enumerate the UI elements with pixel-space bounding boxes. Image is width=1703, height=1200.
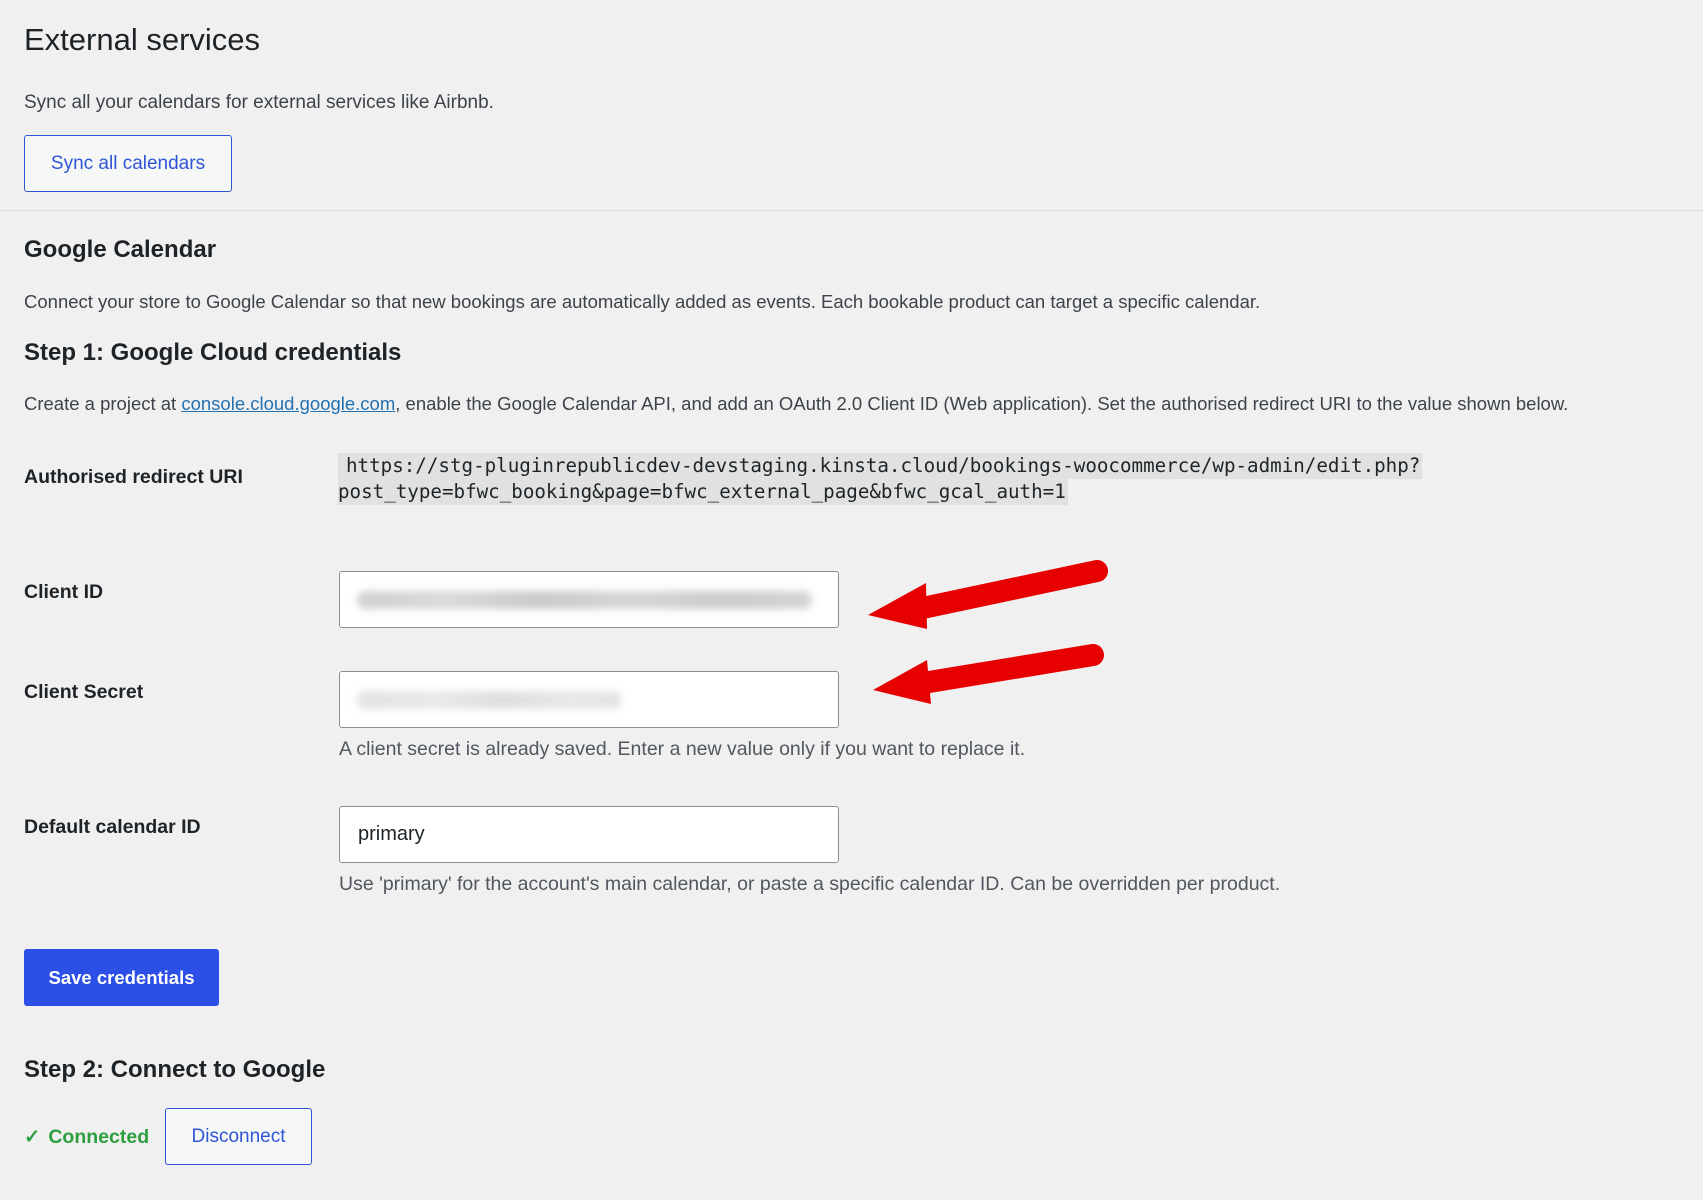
step1-desc-after: , enable the Google Calendar API, and ad… [395, 393, 1569, 414]
client-secret-field-wrapper [339, 671, 839, 728]
step2-heading: Step 2: Connect to Google [24, 1056, 326, 1083]
client-secret-input[interactable] [339, 671, 839, 728]
redirect-uri-line-2: post_type=bfwc_booking&page=bfwc_externa… [338, 479, 1068, 505]
page-intro: Sync all your calendars for external ser… [24, 92, 494, 113]
client-id-label: Client ID [24, 581, 104, 603]
redirect-uri-value: https://stg-pluginrepublicdev-devstaging… [338, 453, 1423, 505]
redirect-uri-label: Authorised redirect URI [24, 466, 243, 488]
connection-status-text: Connected [48, 1126, 150, 1148]
connection-status: ✓ Connected [24, 1125, 149, 1149]
annotation-arrow-icon [868, 560, 1108, 629]
google-cloud-console-link[interactable]: console.cloud.google.com [181, 393, 395, 414]
section-divider [0, 210, 1703, 211]
save-credentials-button[interactable]: Save credentials [24, 949, 219, 1006]
client-secret-label: Client Secret [24, 681, 144, 703]
annotation-arrow-icon [873, 644, 1104, 704]
redirect-uri-line-1: https://stg-pluginrepublicdev-devstaging… [338, 453, 1423, 479]
sync-all-calendars-button[interactable]: Sync all calendars [24, 135, 232, 192]
default-calendar-label: Default calendar ID [24, 816, 201, 838]
client-id-input[interactable] [339, 571, 839, 628]
disconnect-button[interactable]: Disconnect [165, 1108, 312, 1165]
step1-desc-before: Create a project at [24, 393, 182, 414]
client-id-field-wrapper [339, 571, 839, 628]
google-calendar-description: Connect your store to Google Calendar so… [24, 291, 1261, 312]
step1-heading: Step 1: Google Cloud credentials [24, 339, 402, 366]
default-calendar-help: Use 'primary' for the account's main cal… [339, 873, 1281, 895]
step1-description: Create a project at console.cloud.google… [24, 393, 1568, 415]
client-secret-help: A client secret is already saved. Enter … [339, 738, 1026, 760]
check-icon: ✓ [24, 1126, 41, 1148]
default-calendar-input[interactable] [339, 806, 839, 863]
page-title: External services [24, 22, 261, 57]
google-calendar-heading: Google Calendar [24, 236, 217, 263]
